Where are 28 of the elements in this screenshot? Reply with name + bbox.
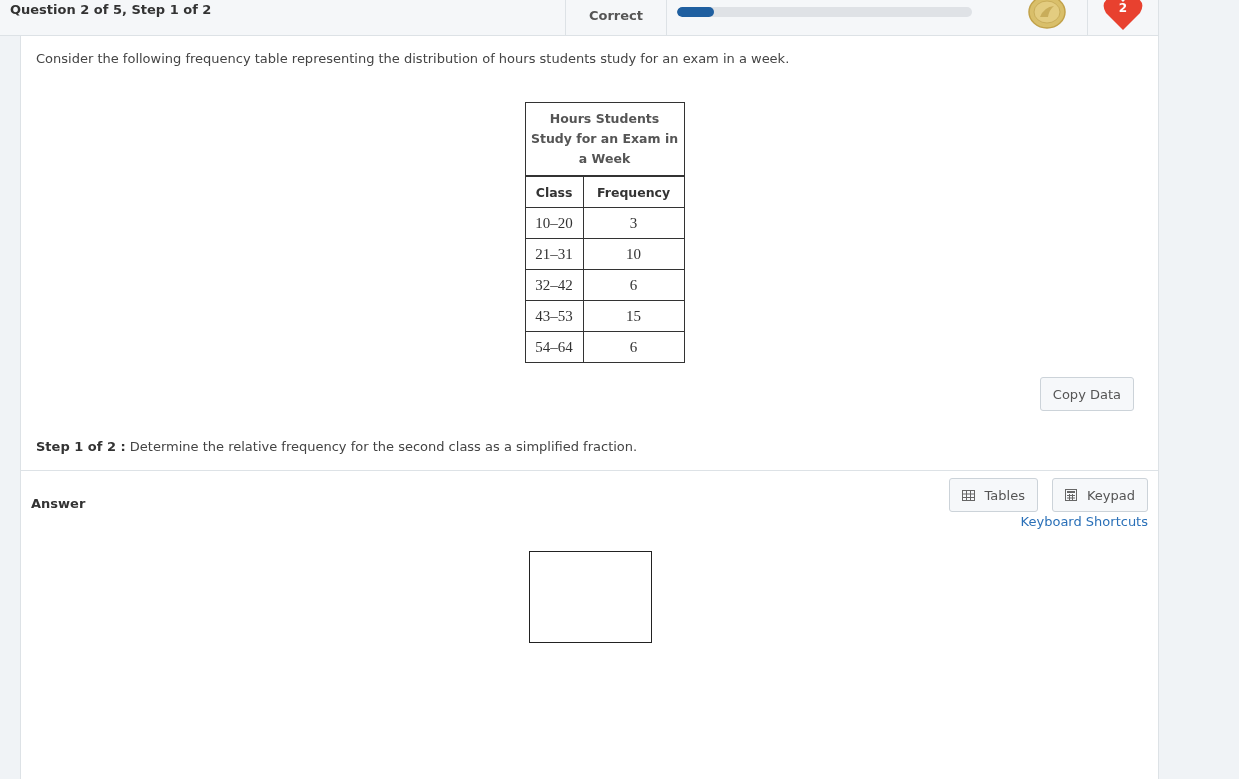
status-label: Correct — [589, 8, 643, 23]
column-header: Class — [525, 176, 584, 208]
table-cell: 32–42 — [525, 269, 584, 301]
table-cell: 10 — [583, 238, 684, 270]
table-cell: 6 — [583, 331, 684, 363]
table-cell: 43–53 — [525, 300, 584, 332]
coin-icon — [1028, 0, 1066, 29]
answer-input-field[interactable] — [529, 551, 652, 643]
tables-button[interactable]: Tables — [948, 478, 1038, 512]
question-title: Question 2 of 5, Step 1 of 2 — [9, 1, 213, 19]
table-icon — [961, 489, 975, 501]
table-cell: 10–20 — [525, 207, 584, 239]
lives-count: 2 — [1117, 0, 1129, 15]
heart-icon — [1102, 0, 1144, 31]
table-caption: Hours Students Study for an Exam in a Week — [525, 102, 684, 176]
column-header: Frequency — [583, 176, 684, 208]
table-cell: 15 — [583, 300, 684, 332]
keyboard-shortcuts-link[interactable]: Keyboard Shortcuts — [1020, 514, 1148, 529]
table-cell: 3 — [583, 207, 684, 239]
calculator-icon — [1064, 489, 1077, 501]
copy-data-button[interactable]: Copy Data — [1039, 377, 1134, 411]
table-cell: 6 — [583, 269, 684, 301]
step-instruction: Step 1 of 2 : Determine the relative frequency for the second class as a simplified fraction. — [36, 439, 639, 454]
question-text: Consider the following frequency table representing the distribution of hours students study for an exam in a week. — [36, 51, 791, 66]
table-cell: 21–31 — [525, 238, 584, 270]
answer-label: Answer — [31, 496, 86, 511]
table-cell: 54–64 — [525, 331, 584, 363]
keypad-button[interactable]: Keypad — [1051, 478, 1148, 512]
